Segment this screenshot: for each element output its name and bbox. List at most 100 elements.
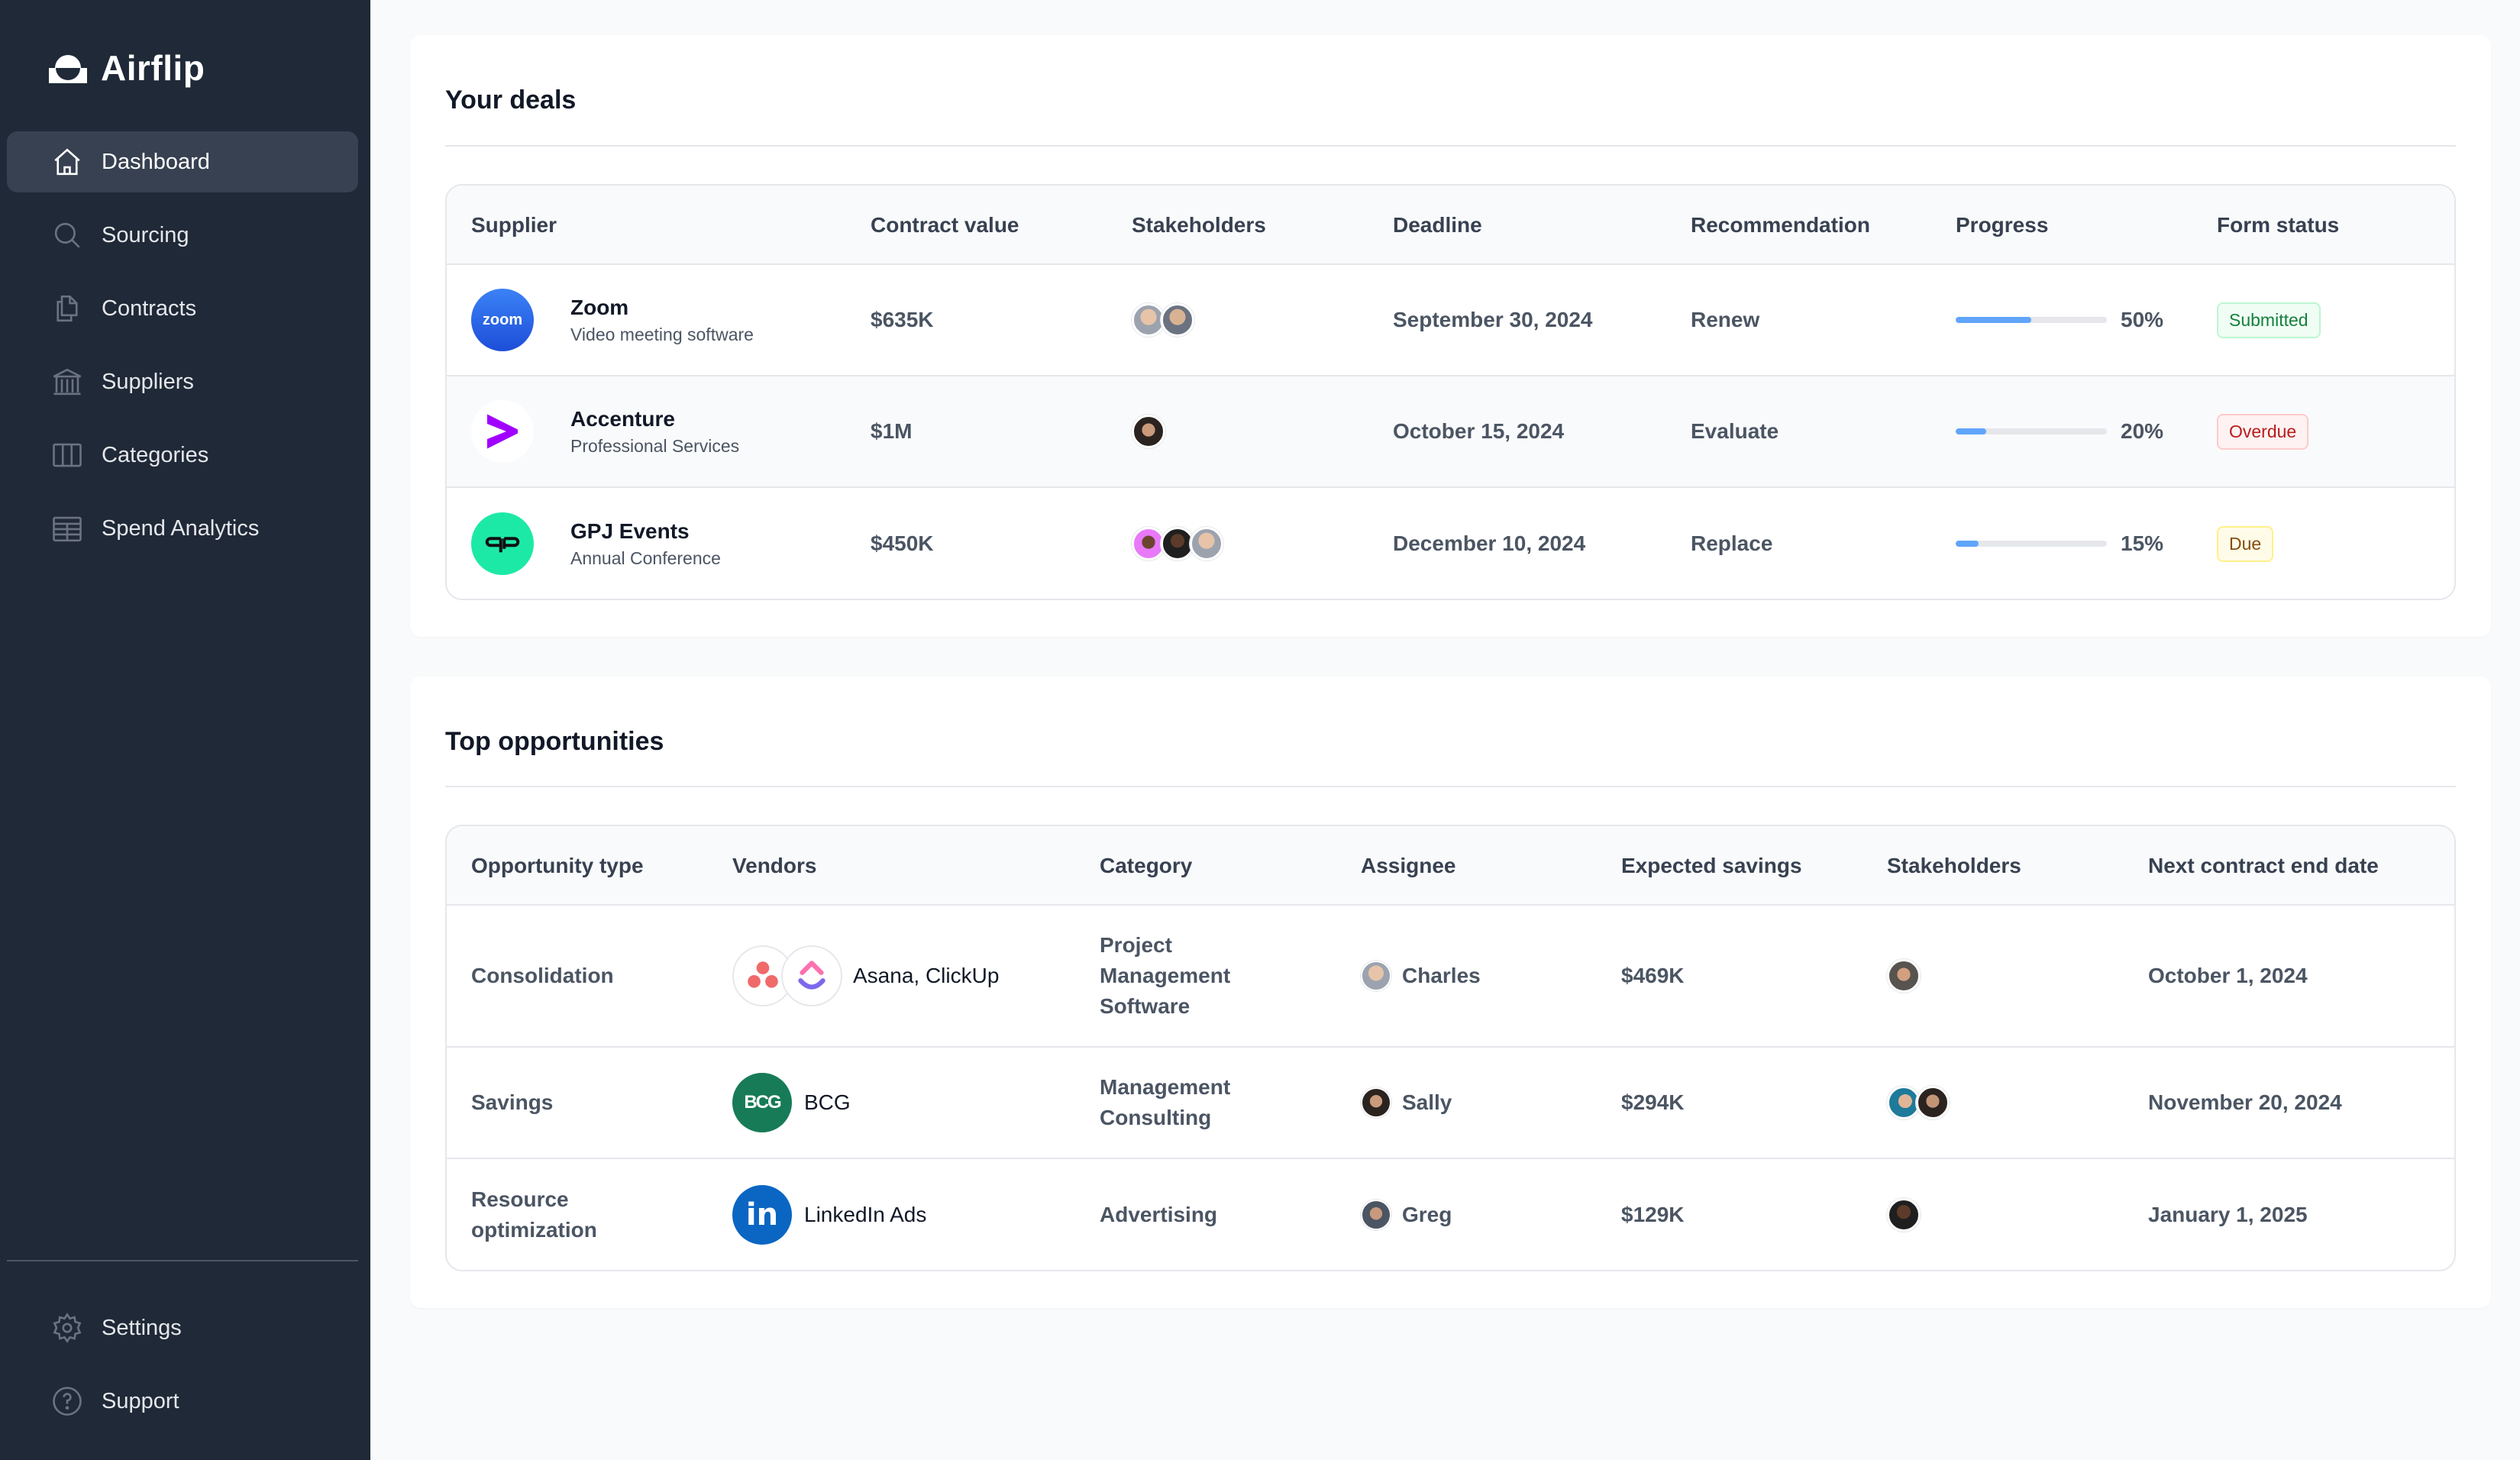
progress: 20% [1956, 376, 2163, 486]
building-icon [53, 368, 82, 396]
sidebar-item-dashboard[interactable]: Dashboard [7, 131, 358, 192]
col-progress[interactable]: Progress [1956, 186, 2048, 265]
opportunities-title: Top opportunities [445, 727, 664, 756]
expected-savings: $294K [1621, 1090, 1685, 1114]
avatar[interactable] [1887, 959, 1921, 993]
deals-table: Supplier Contract value Stakeholders Dea… [445, 184, 2456, 600]
vendor-names[interactable]: Asana, ClickUp [853, 964, 999, 988]
assignee: Greg [1361, 1159, 1452, 1270]
sidebar-item-label: Sourcing [102, 222, 189, 247]
deadline: September 30, 2024 [1393, 308, 1593, 331]
col-category[interactable]: Category [1100, 826, 1192, 906]
gpj-logo-icon [471, 512, 534, 575]
assignee-name[interactable]: Greg [1402, 1203, 1452, 1227]
contract-value: $635K [871, 308, 934, 331]
vendor-names[interactable]: BCG [804, 1090, 851, 1115]
sidebar-item-contracts[interactable]: Contracts [7, 278, 358, 339]
assignee: Charles [1361, 906, 1481, 1046]
category: Advertising [1100, 1203, 1218, 1226]
app-logo[interactable]: Airflip [49, 47, 205, 89]
next-contract-end-date: October 1, 2024 [2148, 964, 2308, 987]
search-icon [54, 222, 80, 248]
col-assignee[interactable]: Assignee [1361, 826, 1456, 906]
clickup-logo-icon [781, 945, 842, 1006]
col-expected-savings[interactable]: Expected savings [1621, 826, 1802, 906]
recommendation: Evaluate [1691, 419, 1779, 443]
opportunities-table-header: Opportunity type Vendors Category Assign… [447, 826, 2454, 906]
assignee-name[interactable]: Charles [1402, 964, 1481, 988]
col-stakeholders[interactable]: Stakeholders [1132, 186, 1266, 265]
col-contract-value[interactable]: Contract value [871, 186, 1019, 265]
progress-fill [1956, 317, 2031, 323]
next-contract-end-date: November 20, 2024 [2148, 1090, 2342, 1114]
progress-percent: 15% [2121, 531, 2164, 555]
sidebar-item-label: Support [102, 1388, 179, 1413]
deal-row[interactable]: Accenture Professional Services $1M Octo… [447, 376, 2454, 488]
avatar [1361, 1087, 1391, 1118]
col-supplier[interactable]: Supplier [471, 186, 557, 265]
vendor-names[interactable]: LinkedIn Ads [804, 1203, 926, 1227]
form-status: Submitted [2217, 265, 2321, 375]
vendors-cell: Asana, ClickUp [732, 906, 999, 1046]
sidebar-item-sourcing[interactable]: Sourcing [7, 205, 358, 266]
avatar[interactable] [1887, 1198, 1921, 1232]
gear-icon [53, 1313, 82, 1343]
col-stakeholders[interactable]: Stakeholders [1887, 826, 2021, 906]
deals-card: Your deals Supplier Contract value Stake… [410, 35, 2491, 637]
expected-savings: $469K [1621, 964, 1685, 987]
supplier-name[interactable]: Zoom [570, 296, 754, 320]
stakeholders [1132, 265, 1194, 375]
columns-icon [53, 443, 82, 467]
bcg-logo-icon: BCG [732, 1073, 792, 1132]
opportunity-row[interactable]: Savings BCG BCG Management Consulting Sa… [447, 1048, 2454, 1159]
avatar [1361, 1200, 1391, 1230]
sidebar-item-support[interactable]: Support [7, 1371, 358, 1432]
opportunity-type: Savings [471, 1090, 554, 1114]
deadline: December 10, 2024 [1393, 531, 1586, 555]
sidebar-item-categories[interactable]: Categories [7, 425, 358, 486]
supplier-name[interactable]: Accenture [570, 407, 739, 431]
supplier-cell: zoom Zoom Video meeting software [471, 265, 754, 375]
opportunity-row[interactable]: Resource optimization in LinkedIn Ads Ad… [447, 1159, 2454, 1270]
supplier-description: Video meeting software [570, 324, 754, 344]
stakeholders [1132, 376, 1165, 486]
col-vendors[interactable]: Vendors [732, 826, 816, 906]
sidebar-item-label: Suppliers [102, 369, 194, 394]
progress: 15% [1956, 488, 2163, 599]
avatar[interactable] [1916, 1086, 1950, 1119]
deadline: October 15, 2024 [1393, 419, 1565, 443]
opportunities-table: Opportunity type Vendors Category Assign… [445, 825, 2456, 1271]
opportunity-row[interactable]: Consolidation Asana, ClickUp Project Man… [447, 906, 2454, 1048]
deal-row[interactable]: zoom Zoom Video meeting software $635K S… [447, 265, 2454, 376]
sidebar-item-label: Categories [102, 442, 209, 467]
status-badge: Submitted [2217, 302, 2321, 338]
avatar[interactable] [1161, 303, 1194, 337]
progress: 50% [1956, 265, 2163, 375]
progress-bar [1956, 317, 2107, 323]
col-form-status[interactable]: Form status [2217, 186, 2339, 265]
supplier-name[interactable]: GPJ Events [570, 519, 721, 544]
recommendation: Replace [1691, 531, 1773, 555]
stakeholders [1887, 906, 1921, 1046]
supplier-description: Professional Services [570, 435, 740, 456]
col-next-contract-end-date[interactable]: Next contract end date [2148, 826, 2379, 906]
avatar[interactable] [1190, 527, 1223, 560]
sidebar-item-suppliers[interactable]: Suppliers [7, 351, 358, 412]
next-contract-end-date: January 1, 2025 [2148, 1203, 2308, 1226]
col-recommendation[interactable]: Recommendation [1691, 186, 1870, 265]
sidebar-item-spend-analytics[interactable]: Spend Analytics [7, 498, 358, 559]
sidebar-item-settings[interactable]: Settings [7, 1297, 358, 1358]
progress-fill [1956, 541, 1979, 547]
deal-row[interactable]: GPJ Events Annual Conference $450K Decem… [447, 488, 2454, 599]
sidebar-divider [7, 1260, 358, 1261]
avatar[interactable] [1132, 415, 1165, 448]
vendors-cell: BCG BCG [732, 1048, 851, 1158]
stakeholders [1132, 488, 1223, 599]
form-status: Overdue [2217, 376, 2309, 486]
progress-fill [1956, 428, 1986, 434]
assignee-name[interactable]: Sally [1402, 1090, 1452, 1115]
supplier-cell: GPJ Events Annual Conference [471, 488, 721, 599]
col-opportunity-type[interactable]: Opportunity type [471, 826, 644, 906]
col-deadline[interactable]: Deadline [1393, 186, 1482, 265]
question-circle-icon [53, 1387, 82, 1416]
